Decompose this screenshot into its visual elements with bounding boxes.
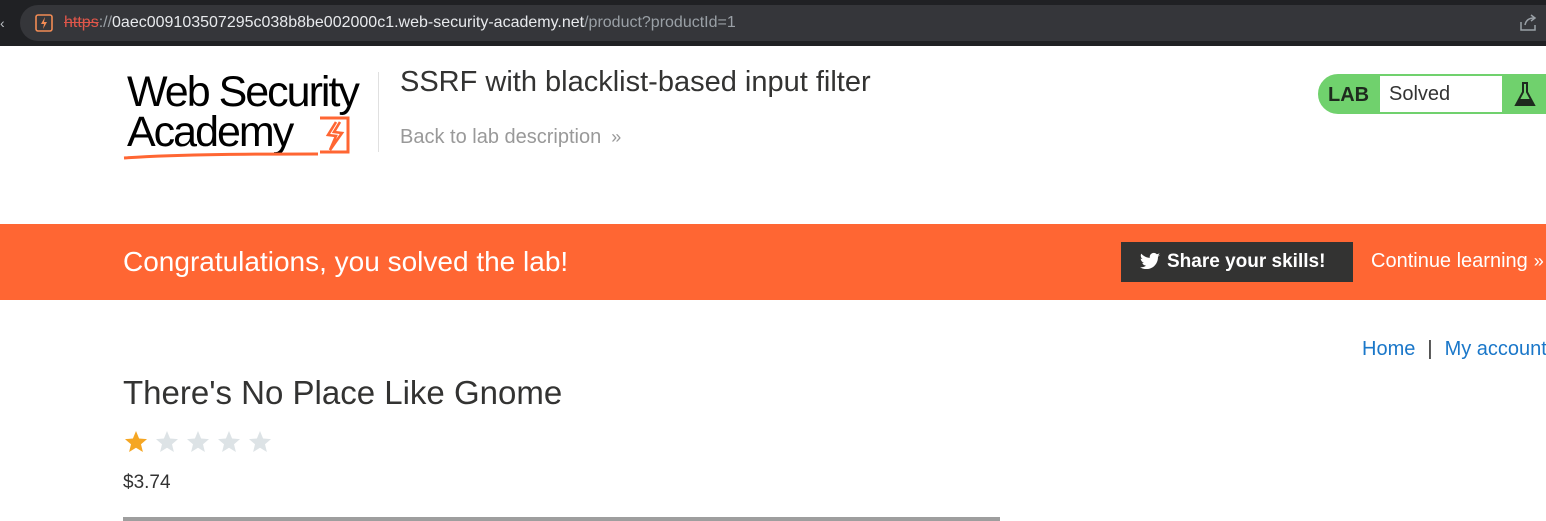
web-security-academy-logo[interactable]: Web Security Academy [122, 70, 378, 162]
solved-banner: Congratulations, you solved the lab! Sha… [0, 224, 1546, 300]
twitter-icon [1139, 252, 1161, 270]
star-icon [154, 428, 180, 458]
product-image [123, 517, 1000, 521]
product-price: $3.74 [123, 472, 171, 493]
nav-separator: | [1427, 338, 1433, 360]
product-rating [123, 428, 278, 458]
share-button-label: Share your skills! [1167, 251, 1326, 272]
url-host: 0aec009103507295c038b8be002000c1.web-sec… [112, 14, 585, 31]
product-title: There's No Place Like Gnome [123, 374, 563, 411]
back-link-label: Back to lab description [400, 126, 602, 148]
home-link[interactable]: Home [1362, 338, 1415, 360]
url-path: /product?productId=1 [584, 14, 736, 31]
url-separator: :// [98, 14, 113, 31]
star-icon [185, 428, 211, 458]
site-warning-icon[interactable] [34, 13, 54, 33]
double-chevron-right-icon: » [611, 127, 622, 147]
logo-bolt-icon [123, 116, 350, 160]
url-protocol: https [64, 14, 99, 31]
star-icon [216, 428, 242, 458]
header-divider [378, 72, 379, 152]
star-icon [247, 428, 273, 458]
my-account-link[interactable]: My account [1445, 338, 1546, 360]
share-icon[interactable] [1518, 13, 1538, 33]
share-skills-button[interactable]: Share your skills! [1121, 242, 1353, 282]
url-text[interactable]: https://0aec009103507295c038b8be002000c1… [64, 5, 736, 41]
lab-tag: LAB [1328, 84, 1370, 106]
lab-title: SSRF with blacklist-based input filter [400, 66, 871, 98]
academy-header: Web Security Academy SSRF with blacklist… [0, 46, 1546, 224]
double-chevron-right-icon: » [1533, 251, 1544, 271]
browser-toolbar: ‹ https://0aec009103507295c038b8be002000… [0, 0, 1546, 46]
lab-status-text: Solved [1380, 76, 1502, 112]
continue-learning-label: Continue learning [1371, 250, 1528, 272]
continue-learning-link[interactable]: Continue learning» [1371, 224, 1544, 298]
top-nav-links: Home | My account [1362, 338, 1546, 361]
back-arrow-fragment-icon[interactable]: ‹ [0, 8, 8, 38]
back-to-lab-description-link[interactable]: Back to lab description » [400, 126, 621, 149]
star-icon [123, 428, 149, 458]
congratulations-message: Congratulations, you solved the lab! [123, 246, 569, 277]
flask-icon [1514, 82, 1536, 106]
lab-status-widget: LAB Solved [1318, 74, 1546, 114]
address-bar[interactable]: https://0aec009103507295c038b8be002000c1… [20, 5, 1546, 41]
